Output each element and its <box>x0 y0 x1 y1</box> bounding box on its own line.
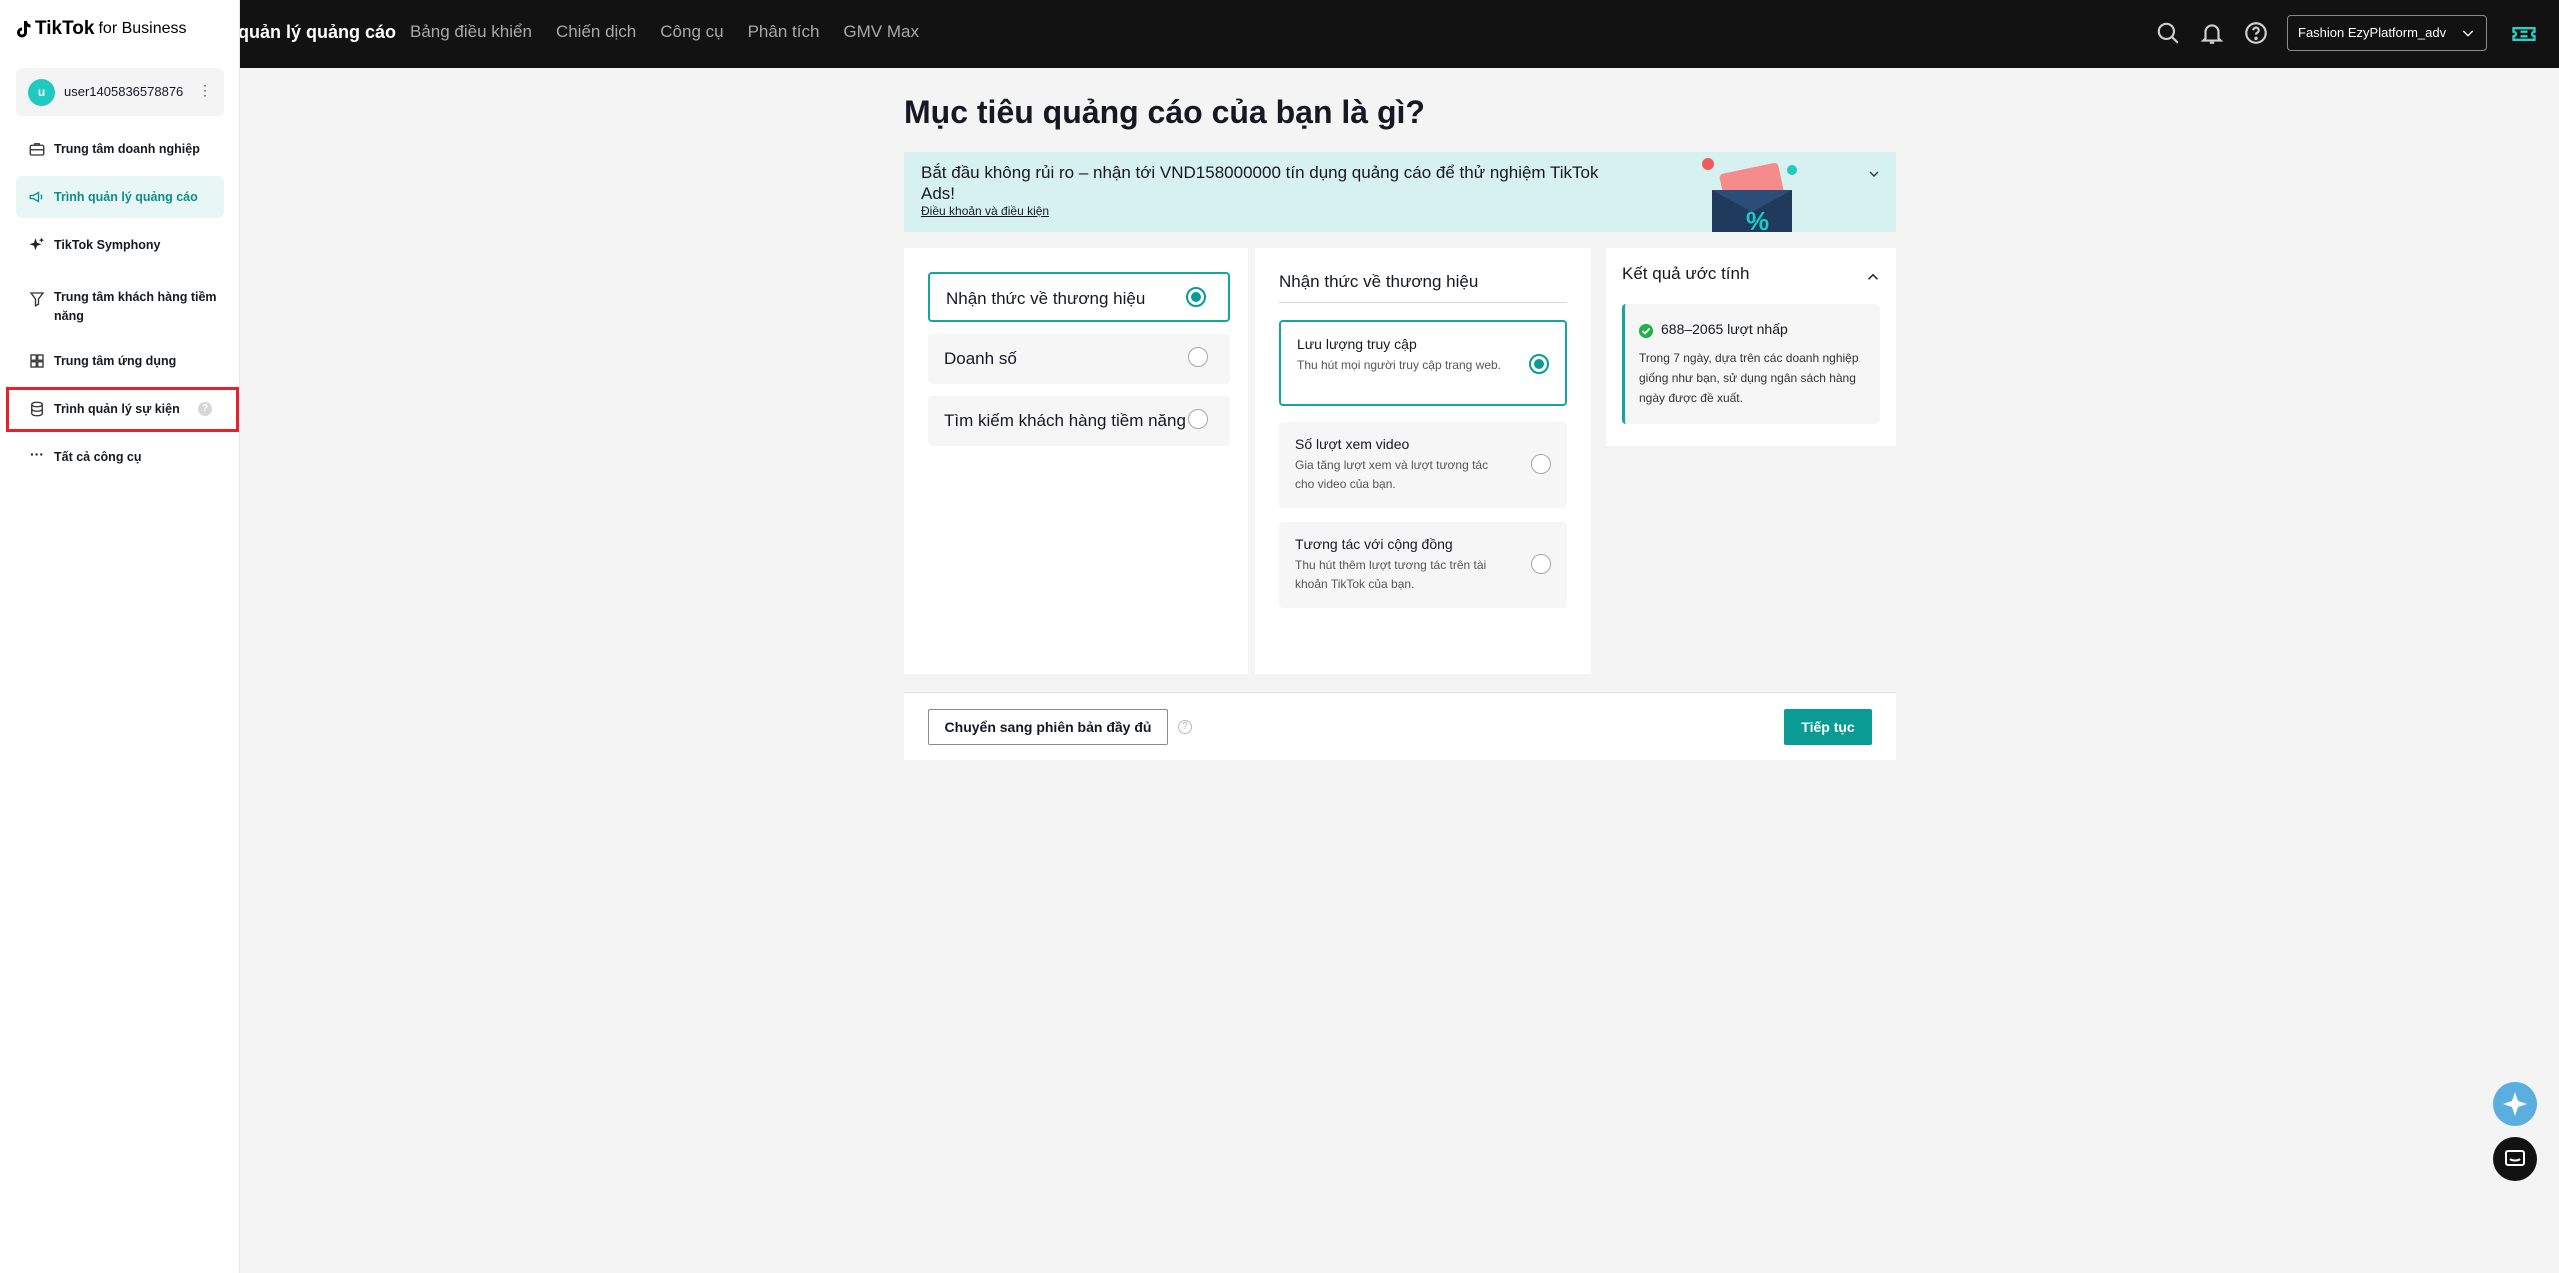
info-icon[interactable]: ? <box>1178 720 1192 734</box>
tiktok-note-icon <box>17 21 31 38</box>
objective-desc: Thu hút thêm lượt tương tác trên tài kho… <box>1295 558 1487 591</box>
sidebar-item-all-tools[interactable]: ··· Tất cả công cụ <box>16 436 224 478</box>
goal-label: Nhận thức về thương hiệu <box>946 289 1146 308</box>
sidebar-item-ads-manager[interactable]: Trình quản lý quảng cáo <box>16 176 224 218</box>
objective-option-traffic[interactable]: Lưu lượng truy cập Thu hút mọi người tru… <box>1279 320 1567 406</box>
objective-option-community[interactable]: Tương tác với cộng đồng Thu hút thêm lượ… <box>1279 522 1567 608</box>
avatar: u <box>28 79 55 106</box>
terms-link[interactable]: Điều khoản và điều kiện <box>921 204 1049 218</box>
briefcase-icon <box>29 143 45 156</box>
goal-radio[interactable] <box>1188 409 1208 429</box>
goal-option-brand-awareness[interactable]: Nhận thức về thương hiệu <box>928 272 1230 322</box>
promo-text: Bắt đầu không rủi ro – nhận tới VND15800… <box>921 163 1599 203</box>
goal-option-sales[interactable]: Doanh số <box>928 334 1230 384</box>
chat-fab[interactable] <box>2493 1137 2537 1181</box>
sidebar-item-label: Trung tâm khách hàng tiềm năng <box>54 290 217 323</box>
sparkle-icon <box>29 237 45 251</box>
continue-button[interactable]: Tiếp tục <box>1784 709 1872 745</box>
sidebar-item-lead-center[interactable]: Trung tâm khách hàng tiềm năng <box>16 276 224 332</box>
sidebar-item-app-center[interactable]: Trung tâm ứng dụng <box>16 340 224 382</box>
objective-desc: Thu hút mọi người truy cập trang web. <box>1297 358 1501 372</box>
objective-desc: Gia tăng lượt xem và lượt tương tác cho … <box>1295 458 1489 491</box>
search-icon[interactable] <box>2155 20 2181 46</box>
page-title: Mục tiêu quảng cáo của bạn là gì? <box>904 94 1425 130</box>
sidebar-item-business-center[interactable]: Trung tâm doanh nghiệp <box>16 128 224 170</box>
sidebar: TikTok for Business u user1405836578876 … <box>0 0 240 1273</box>
objective-title: Lưu lượng truy cập <box>1297 336 1417 352</box>
goal-radio[interactable] <box>1186 287 1206 307</box>
promo-banner: Bắt đầu không rủi ro – nhận tới VND15800… <box>904 152 1896 232</box>
sidebar-item-label: Trình quản lý sự kiện <box>54 402 180 416</box>
sidebar-item-label: TikTok Symphony <box>54 238 161 252</box>
goal-panel: Nhận thức về thương hiệu Doanh số Tìm ki… <box>904 248 1248 674</box>
goal-option-leads[interactable]: Tìm kiếm khách hàng tiềm năng <box>928 396 1230 446</box>
nav-tools[interactable]: Công cụ <box>660 22 723 42</box>
divider <box>1279 302 1567 303</box>
more-vertical-icon[interactable]: ⋮ <box>198 82 212 99</box>
bell-icon[interactable] <box>2199 20 2225 46</box>
estimate-result: 688–2065 lượt nhấp <box>1661 321 1788 337</box>
user-card[interactable]: u user1405836578876 ⋮ <box>16 68 224 116</box>
account-selector-label: Fashion EzyPlatform_adv <box>2298 25 2447 40</box>
sidebar-item-label: Trung tâm doanh nghiệp <box>54 142 200 156</box>
app-title: quản lý quảng cáo <box>238 22 397 42</box>
estimate-panel: Kết quả ước tính 688–2065 lượt nhấp Tron… <box>1606 248 1896 446</box>
estimate-card: 688–2065 lượt nhấp Trong 7 ngày, dựa trê… <box>1622 304 1880 424</box>
top-bar: quản lý quảng cáo Bảng điều khiển Chiến … <box>0 0 2559 68</box>
goal-label: Tìm kiếm khách hàng tiềm năng <box>944 411 1186 430</box>
account-selector[interactable]: Fashion EzyPlatform_adv <box>2287 15 2487 51</box>
objective-panel: Nhận thức về thương hiệu Lưu lượng truy … <box>1255 248 1591 674</box>
nav-gmv-max[interactable]: GMV Max <box>843 22 919 42</box>
objective-radio[interactable] <box>1529 354 1549 374</box>
nav-analytics[interactable]: Phân tích <box>748 22 820 42</box>
grid-icon <box>30 354 44 368</box>
goal-radio[interactable] <box>1188 347 1208 367</box>
logo-main: TikTok <box>35 18 95 39</box>
ticket-icon[interactable] <box>2510 20 2538 48</box>
assistant-fab[interactable] <box>2493 1082 2537 1126</box>
chevron-down-icon <box>2462 30 2474 37</box>
nav-dashboard[interactable]: Bảng điều khiển <box>410 22 532 42</box>
objective-title: Số lượt xem video <box>1295 436 1410 452</box>
sidebar-item-label: Tất cả công cụ <box>54 450 142 464</box>
sidebar-item-label: Trung tâm ứng dụng <box>54 354 177 368</box>
info-icon[interactable]: ? <box>198 402 212 416</box>
logo-sub: for Business <box>98 20 187 37</box>
user-name: user1405836578876 <box>64 84 184 99</box>
database-icon <box>31 401 43 417</box>
tiktok-logo[interactable]: TikTok for Business <box>15 18 187 40</box>
objective-title: Tương tác với cộng đồng <box>1295 536 1453 552</box>
objective-panel-title: Nhận thức về thương hiệu <box>1279 272 1479 291</box>
objective-radio[interactable] <box>1531 454 1551 474</box>
funnel-icon <box>29 292 45 307</box>
check-circle-icon <box>1639 324 1653 338</box>
objective-radio[interactable] <box>1531 554 1551 574</box>
sidebar-item-symphony[interactable]: TikTok Symphony <box>16 224 224 266</box>
help-icon[interactable] <box>2243 20 2269 46</box>
estimate-desc: Trong 7 ngày, dựa trên các doanh nghiệp … <box>1639 351 1859 405</box>
goal-label: Doanh số <box>944 349 1017 368</box>
message-icon <box>2505 1150 2525 1166</box>
sidebar-item-events-manager[interactable]: Trình quản lý sự kiện ? <box>16 388 224 430</box>
ellipsis-icon: ··· <box>30 446 44 462</box>
footer-bar: Chuyển sang phiên bản đầy đủ ? Tiếp tục <box>904 692 1896 760</box>
nav-campaigns[interactable]: Chiến dịch <box>556 22 636 42</box>
chevron-up-icon[interactable] <box>1864 268 1882 286</box>
chevron-down-icon[interactable] <box>1866 166 1882 182</box>
coupon-illustration: % <box>1702 158 1797 232</box>
sparkle-icon <box>2503 1092 2527 1116</box>
objective-option-video-views[interactable]: Số lượt xem video Gia tăng lượt xem và l… <box>1279 422 1567 508</box>
estimate-title: Kết quả ước tính <box>1622 264 1750 283</box>
switch-full-version-button[interactable]: Chuyển sang phiên bản đầy đủ <box>928 709 1168 745</box>
top-nav: Bảng điều khiển Chiến dịch Công cụ Phân … <box>410 22 919 42</box>
sidebar-item-label: Trình quản lý quảng cáo <box>54 190 198 204</box>
promo-badge: % <box>1746 206 1769 232</box>
megaphone-icon <box>29 191 43 203</box>
